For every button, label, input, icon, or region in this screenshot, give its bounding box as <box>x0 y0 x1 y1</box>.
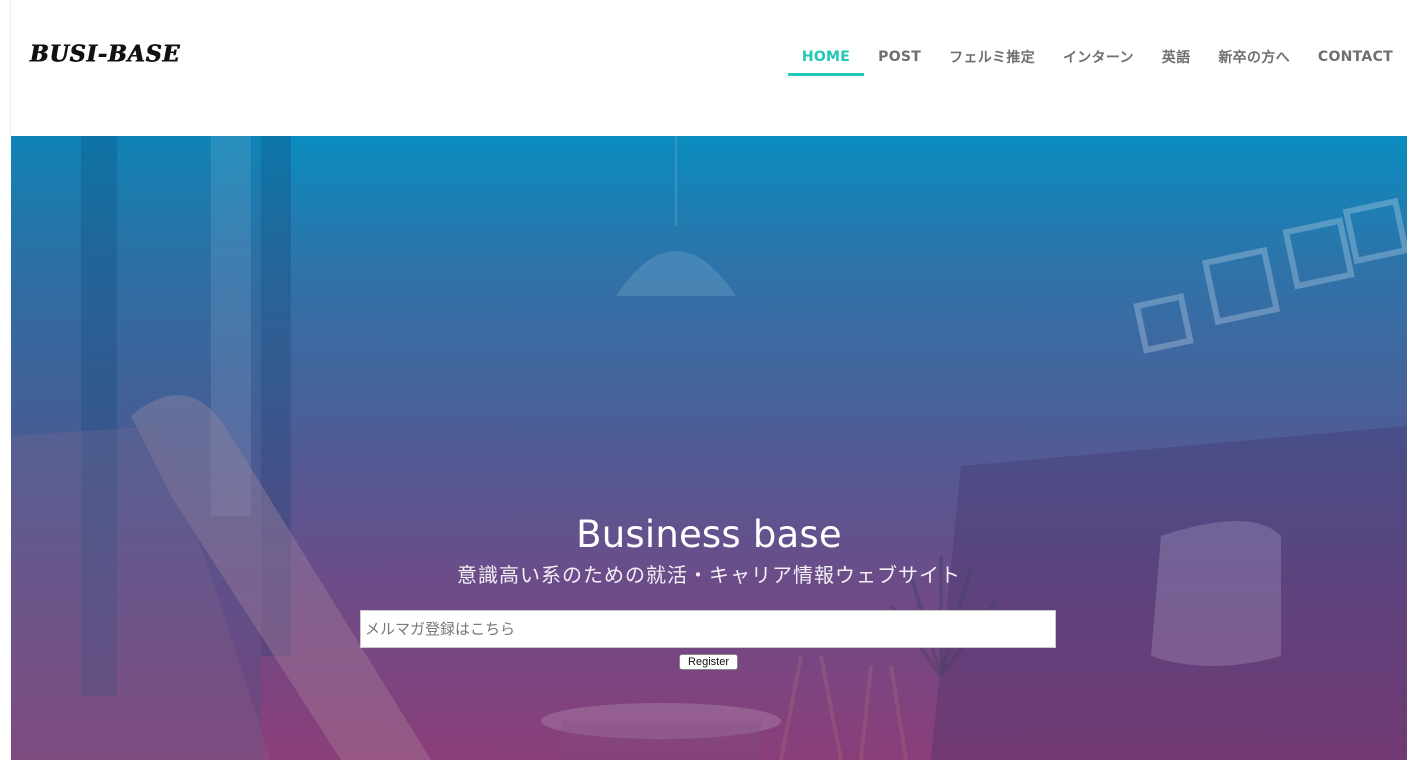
hero-section: Business base 意識高い系のための就活・キャリア情報ウェブサイト R… <box>11 136 1407 760</box>
hero-title: Business base <box>576 513 842 556</box>
nav-item-post[interactable]: POST <box>864 38 935 76</box>
header-divider <box>10 0 11 136</box>
nav-item-home[interactable]: HOME <box>787 38 865 76</box>
hero-subtitle: 意識高い系のための就活・キャリア情報ウェブサイト <box>457 563 961 587</box>
nav-item-fermi-estimation[interactable]: フェルミ推定 <box>935 38 1049 76</box>
nav-item-contact[interactable]: CONTACT <box>1304 38 1407 76</box>
nav-item-english[interactable]: 英語 <box>1148 38 1205 76</box>
main-nav: HOME POST フェルミ推定 インターン 英語 新卒の方へ CONTACT <box>787 38 1407 76</box>
hero-content: Business base 意識高い系のための就活・キャリア情報ウェブサイト <box>11 511 1407 590</box>
site-header: BUSI-BASE HOME POST フェルミ推定 インターン 英語 新卒の方… <box>0 0 1407 136</box>
newsletter-email-input[interactable] <box>360 610 1056 648</box>
page: BUSI-BASE HOME POST フェルミ推定 インターン 英語 新卒の方… <box>0 0 1407 760</box>
nav-item-internship[interactable]: インターン <box>1049 38 1148 76</box>
site-logo[interactable]: BUSI-BASE <box>30 40 180 67</box>
register-button[interactable]: Register <box>679 654 738 670</box>
nav-item-new-graduates[interactable]: 新卒の方へ <box>1204 38 1304 76</box>
